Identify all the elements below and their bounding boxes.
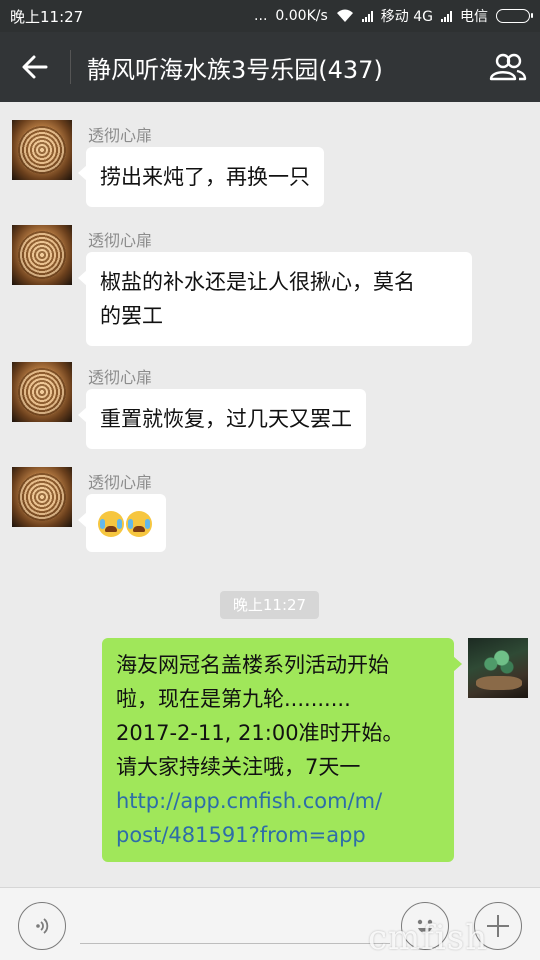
message-text: 重置就恢复，过几天又罢工 (100, 407, 352, 431)
message-link[interactable]: post/481591?from=app (116, 818, 440, 852)
message-text: 捞出来炖了，再换一只 (100, 165, 310, 189)
message-bubble[interactable]: 重置就恢复，过几天又罢工 (78, 389, 366, 449)
back-arrow-icon (22, 55, 48, 79)
network-speed: 0.00K/s (275, 8, 328, 24)
plus-icon (487, 915, 509, 937)
message-text-line: 椒盐的补水还是让人很揪心，莫名 (100, 270, 415, 294)
status-bar: 晚上11:27 ... 0.00K/s 移动 4G 电信 (0, 0, 540, 32)
crying-emoji-icon (126, 511, 152, 537)
sender-avatar[interactable] (12, 467, 72, 527)
voice-icon (36, 918, 49, 934)
chat-title: 静风听海水族3号乐园(437) (87, 55, 383, 84)
battery-icon (496, 9, 533, 23)
back-button[interactable] (0, 32, 70, 102)
more-dots: ... (254, 8, 268, 24)
sender-avatar[interactable] (12, 225, 72, 285)
message-bubble[interactable]: 捞出来炖了，再换一只 (78, 147, 324, 207)
my-message-bubble[interactable]: 海友网冠名盖楼系列活动开始 啦，现在是第九轮.......... 2017-2-… (102, 638, 462, 862)
sender-avatar[interactable] (12, 362, 72, 422)
message-text-line: 2017-2-11, 21:00准时开始。 (116, 721, 404, 745)
status-time: 晚上11:27 (10, 7, 84, 26)
sender-name: 透彻心扉 (88, 126, 153, 145)
message-text-line: 的罢工 (100, 304, 163, 328)
title-divider (70, 50, 71, 84)
message-text-line: 请大家持续关注哦，7天一 (116, 755, 361, 779)
message-bubble[interactable]: 椒盐的补水还是让人很揪心，莫名 的罢工 (78, 252, 472, 346)
carrier-mobile: 移动 4G (380, 9, 433, 25)
message-text-line: 海友网冠名盖楼系列活动开始 (116, 653, 389, 677)
signal-icon-2 (441, 10, 452, 22)
message-text-line: 啦，现在是第九轮.......... (116, 687, 351, 711)
group-members-icon (489, 53, 527, 81)
wifi-icon (336, 9, 353, 22)
sender-name: 透彻心扉 (88, 368, 153, 387)
sender-name: 透彻心扉 (88, 231, 153, 250)
group-members-button[interactable] (476, 32, 540, 102)
message-bubble[interactable] (78, 494, 166, 552)
sender-avatar[interactable] (12, 120, 72, 180)
sender-name: 透彻心扉 (88, 473, 153, 492)
signal-icon (361, 10, 373, 22)
crying-emoji-icon (98, 511, 124, 537)
message-link[interactable]: http://app.cmfish.com/m/ (116, 784, 440, 818)
my-avatar[interactable] (468, 638, 528, 698)
carrier-telecom: 电信 (460, 9, 488, 25)
message-input[interactable] (80, 943, 390, 944)
voice-button[interactable] (18, 902, 66, 950)
watermark: cmfish (368, 918, 489, 958)
title-bar: 静风听海水族3号乐园(437) (0, 32, 540, 102)
time-divider: 晚上11:27 (220, 591, 319, 619)
